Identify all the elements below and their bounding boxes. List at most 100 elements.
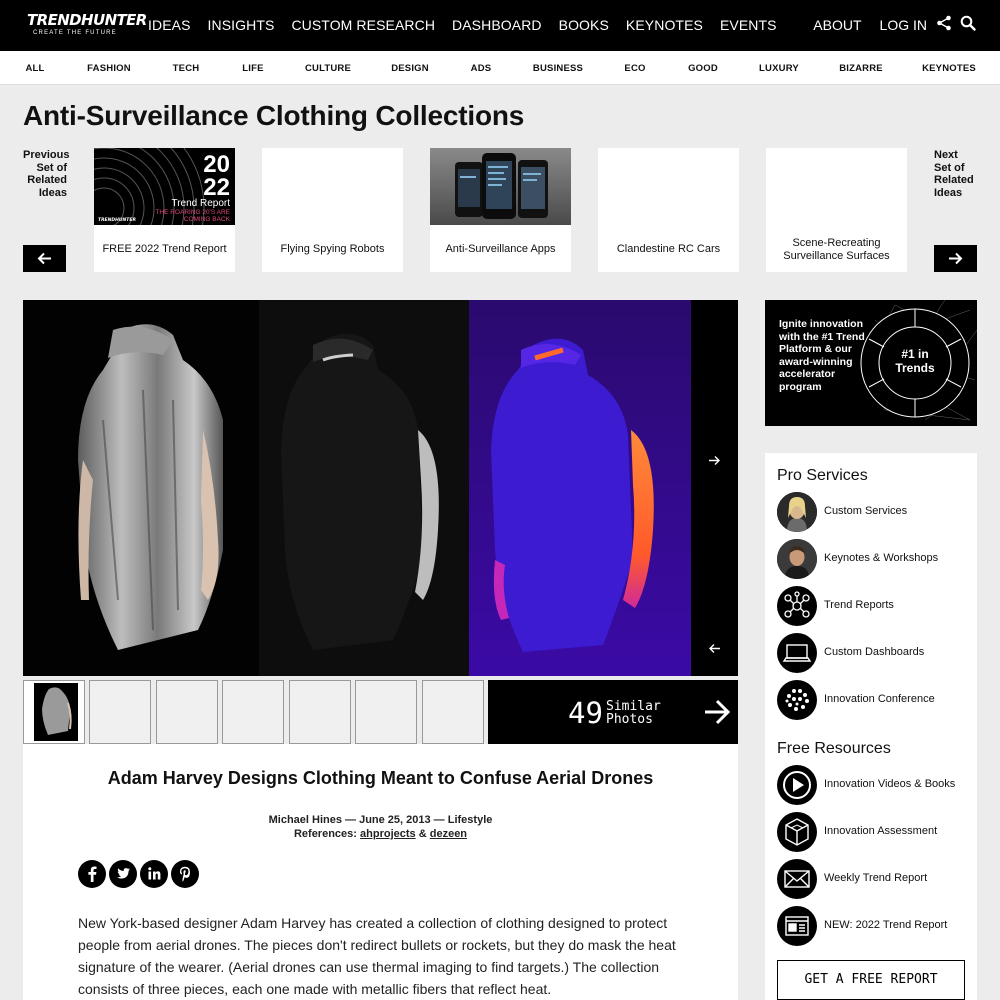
related-card-caption: Scene-Recreating Surveillance Surfaces	[783, 237, 890, 262]
sidebar-item-2022-trend-report[interactable]: NEW: 2022 Trend Report	[777, 906, 972, 946]
related-card-trend-report[interactable]: 20 22 Trend Report THE ROARING 20'S ARE …	[94, 148, 235, 272]
top-navigation-bar: TRENDHUNTER CREATE THE FUTURE IDEAS INSI…	[0, 0, 1000, 51]
previous-related-label[interactable]: Previous Set of Related Ideas	[23, 149, 69, 199]
references-label: References:	[293, 828, 357, 840]
reference-separator: &	[418, 828, 427, 840]
gallery-thumbnail[interactable]	[289, 680, 351, 744]
category-culture[interactable]: CULTURE	[305, 63, 351, 74]
nav-item-about[interactable]: ABOUT	[813, 17, 861, 33]
pinterest-share-button[interactable]	[171, 860, 199, 888]
facebook-share-button[interactable]	[78, 860, 106, 888]
category-good[interactable]: GOOD	[688, 63, 718, 74]
twitter-share-button[interactable]	[109, 860, 137, 888]
nav-item-custom-research[interactable]: CUSTOM RESEARCH	[291, 17, 435, 33]
category-fashion[interactable]: FASHION	[87, 63, 131, 74]
share-icon[interactable]	[936, 15, 952, 31]
sidebar-item-innovation-videos[interactable]: Innovation Videos & Books	[777, 765, 972, 805]
similar-photos-button[interactable]: 49 Similar Photos	[488, 680, 738, 744]
sidebar-item-label: NEW: 2022 Trend Report	[824, 919, 948, 931]
sidebar-item-trend-reports[interactable]: Trend Reports	[777, 586, 972, 626]
gallery-thumbnail[interactable]	[156, 680, 218, 744]
logo-wordmark: TRENDHUNTER	[27, 11, 147, 29]
gallery-thumbnail[interactable]	[422, 680, 484, 744]
sidebar-services: Pro Services Custom Services Keynotes & …	[765, 453, 977, 1000]
related-card-anti-surveillance-apps[interactable]: Anti-Surveillance Apps	[430, 148, 571, 272]
related-card-caption: FREE 2022 Trend Report	[102, 243, 227, 255]
cube-icon	[777, 812, 817, 852]
free-resources-heading: Free Resources	[777, 740, 891, 757]
category-business[interactable]: BUSINESS	[533, 63, 583, 74]
report-document-icon	[777, 906, 817, 946]
article: Adam Harvey Designs Clothing Meant to Co…	[23, 744, 738, 1000]
similar-label-line-2: Photos	[606, 712, 653, 727]
category-tech[interactable]: TECH	[173, 63, 200, 74]
thumbnail-image	[34, 683, 78, 741]
category-all[interactable]: ALL	[25, 63, 44, 74]
nav-item-events[interactable]: EVENTS	[720, 17, 777, 33]
nav-item-keynotes[interactable]: KEYNOTES	[626, 17, 703, 33]
nav-item-dashboard[interactable]: DASHBOARD	[452, 17, 542, 33]
anti-surveillance-apps-thumbnail	[430, 148, 571, 225]
gallery-thumbnail[interactable]	[222, 680, 284, 744]
linkedin-icon	[148, 867, 161, 880]
sidebar-item-custom-dashboards[interactable]: Custom Dashboards	[777, 633, 972, 673]
nav-item-login[interactable]: LOG IN	[880, 17, 927, 33]
account-nav: ABOUT LOG IN	[795, 17, 927, 33]
article-references: References: ahprojects & dezeen	[23, 828, 738, 840]
sidebar-item-innovation-conference[interactable]: Innovation Conference	[777, 680, 972, 720]
sidebar-item-label: Trend Reports	[824, 599, 894, 611]
gallery-thumbnail[interactable]	[89, 680, 151, 744]
hero-next-arrow[interactable]	[708, 455, 721, 466]
category-bizarre[interactable]: BIZARRE	[839, 63, 883, 74]
pro-services-heading: Pro Services	[777, 467, 868, 484]
gallery-thumbnail-active[interactable]	[23, 680, 85, 744]
category-ads[interactable]: ADS	[471, 63, 492, 74]
sidebar-item-label: Innovation Videos & Books	[824, 778, 956, 790]
sidebar-item-label: Innovation Conference	[824, 693, 935, 705]
report-tagline-1: THE ROARING 20'S ARE	[155, 209, 230, 216]
article-byline: Michael Hines — June 25, 2013 — Lifestyl…	[268, 814, 493, 826]
related-card-flying-spying-robots[interactable]: Flying Spying Robots	[262, 148, 403, 272]
category-nav: ALL FASHION TECH LIFE CULTURE DESIGN ADS…	[0, 51, 1000, 85]
report-tagline-2: COMING BACK	[184, 216, 231, 223]
related-card-scene-recreating-surfaces[interactable]: Scene-Recreating Surveillance Surfaces	[766, 148, 907, 272]
arrow-right-icon	[705, 699, 731, 725]
get-free-report-button[interactable]: GET A FREE REPORT	[777, 960, 965, 1000]
sidebar-item-innovation-assessment[interactable]: Innovation Assessment	[777, 812, 972, 852]
linkedin-share-button[interactable]	[140, 860, 168, 888]
nav-item-ideas[interactable]: IDEAS	[148, 17, 191, 33]
twitter-icon	[117, 868, 130, 879]
related-card-clandestine-rc-cars[interactable]: Clandestine RC Cars	[598, 148, 739, 272]
sidebar-item-custom-services[interactable]: Custom Services	[777, 492, 972, 532]
sidebar-item-label: Innovation Assessment	[824, 825, 938, 837]
promo-badge-line-1: #1 in	[901, 347, 928, 361]
gallery-thumbnail[interactable]	[355, 680, 417, 744]
arrow-right-icon	[949, 252, 963, 265]
brain-icon	[777, 680, 817, 720]
hero-photo[interactable]	[23, 300, 738, 676]
nav-item-books[interactable]: BOOKS	[559, 17, 609, 33]
trendhunter-logo[interactable]: TRENDHUNTER CREATE THE FUTURE	[27, 11, 147, 40]
nav-item-insights[interactable]: INSIGHTS	[208, 17, 275, 33]
next-related-label[interactable]: Next Set of Related Ideas	[934, 149, 978, 199]
sidebar-item-keynotes-workshops[interactable]: Keynotes & Workshops	[777, 539, 972, 579]
reference-link-ahprojects[interactable]: ahprojects	[360, 828, 416, 840]
category-design[interactable]: DESIGN	[391, 63, 429, 74]
promo-badge-line-2: Trends	[895, 361, 935, 375]
trend-platform-promo[interactable]: #1 in Trends Ignite innovation with the …	[765, 300, 977, 426]
search-icon[interactable]	[960, 15, 976, 31]
custom-services-avatar	[777, 492, 817, 532]
similar-photos-count: 49	[568, 696, 603, 730]
category-life[interactable]: LIFE	[242, 63, 263, 74]
pinterest-icon	[180, 866, 190, 882]
report-brand: TRENDHUNTER	[98, 217, 136, 223]
reference-link-dezeen[interactable]: dezeen	[430, 828, 467, 840]
category-keynotes[interactable]: KEYNOTES	[922, 63, 976, 74]
hero-prev-arrow[interactable]	[708, 643, 721, 654]
category-luxury[interactable]: LUXURY	[759, 63, 799, 74]
category-eco[interactable]: ECO	[624, 63, 645, 74]
envelope-icon	[777, 859, 817, 899]
next-related-button[interactable]	[934, 245, 977, 272]
previous-related-button[interactable]	[23, 245, 66, 272]
sidebar-item-weekly-trend-report[interactable]: Weekly Trend Report	[777, 859, 972, 899]
